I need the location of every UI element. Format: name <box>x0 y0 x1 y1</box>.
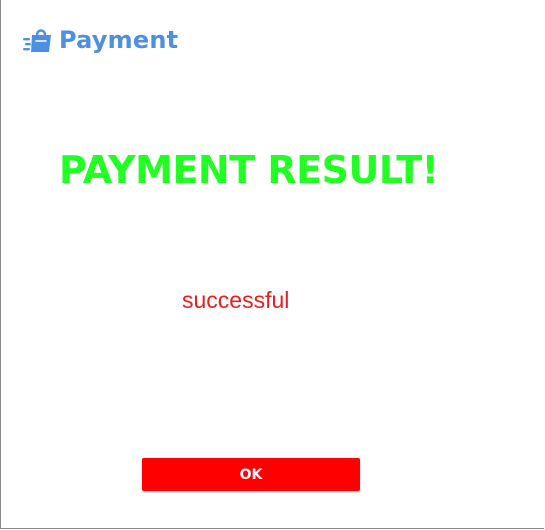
shopping-bag-icon <box>23 29 51 52</box>
brand-logo: Payment <box>23 26 178 54</box>
payment-result-window: Payment PAYMENT RESULT! successful OK <box>0 0 544 529</box>
ok-button[interactable]: OK <box>142 458 360 491</box>
payment-result-heading: PAYMENT RESULT! <box>59 148 439 192</box>
payment-status-text: successful <box>182 287 290 313</box>
brand-name: Payment <box>59 26 179 54</box>
